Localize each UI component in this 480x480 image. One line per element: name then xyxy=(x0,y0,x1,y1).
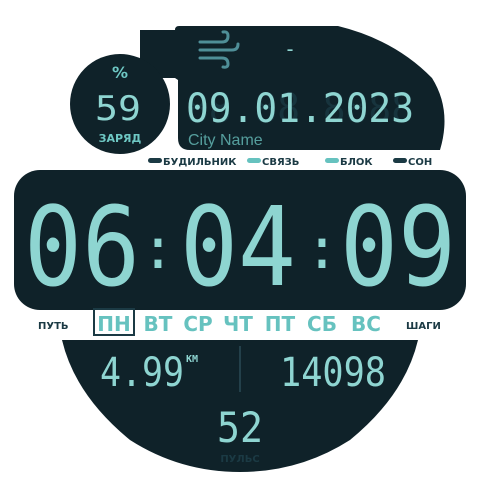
weekday-3: СР xyxy=(183,312,212,336)
status-lock: БЛОК xyxy=(340,157,373,168)
weather-value: - xyxy=(284,37,296,61)
status-connection: СВЯЗЬ xyxy=(262,157,299,168)
time-separator-2: : xyxy=(305,217,339,282)
date-value: 09.01.2023 xyxy=(186,86,414,132)
steps-value[interactable]: 14098 xyxy=(280,350,386,396)
time-separator-1: : xyxy=(141,217,175,282)
battery-label: ЗАРЯД xyxy=(99,132,142,145)
weekday-7: ВС xyxy=(351,312,381,336)
lock-indicator-icon xyxy=(325,158,339,163)
steps-label: ШАГИ xyxy=(406,321,441,332)
sleep-indicator-icon xyxy=(393,158,407,163)
city-name: City Name xyxy=(188,132,263,149)
battery-percent-symbol: % xyxy=(112,63,128,82)
pulse-label: ПУЛЬС xyxy=(220,454,259,465)
time-seconds[interactable]: 09 xyxy=(340,183,456,311)
distance-value[interactable]: 4.99 xyxy=(100,350,184,396)
distance-unit: КМ xyxy=(186,354,198,365)
status-alarm: БУДИЛЬНИК xyxy=(163,157,237,168)
battery-value: 59 xyxy=(95,89,141,129)
connection-indicator-icon xyxy=(247,158,261,163)
weekday-strip: ПН ВТ СР ЧТ ПТ СБ ВС xyxy=(97,312,381,336)
watch-face: % 59 ЗАРЯД - 88.88.8888 09.01.2023 City … xyxy=(14,26,466,472)
weekday-6: СБ xyxy=(307,312,337,336)
weekday-2: ВТ xyxy=(144,312,173,336)
alarm-indicator-icon xyxy=(148,158,162,163)
distance-label: ПУТЬ xyxy=(38,321,69,332)
time-minutes[interactable]: 04 xyxy=(180,183,296,311)
status-sleep: СОН xyxy=(408,157,432,168)
weekday-1: ПН xyxy=(97,312,130,336)
weekday-4: ЧТ xyxy=(223,312,253,336)
pulse-value[interactable]: 52 xyxy=(217,403,263,452)
weekday-5: ПТ xyxy=(265,312,296,336)
time-hours[interactable]: 06 xyxy=(24,183,140,311)
